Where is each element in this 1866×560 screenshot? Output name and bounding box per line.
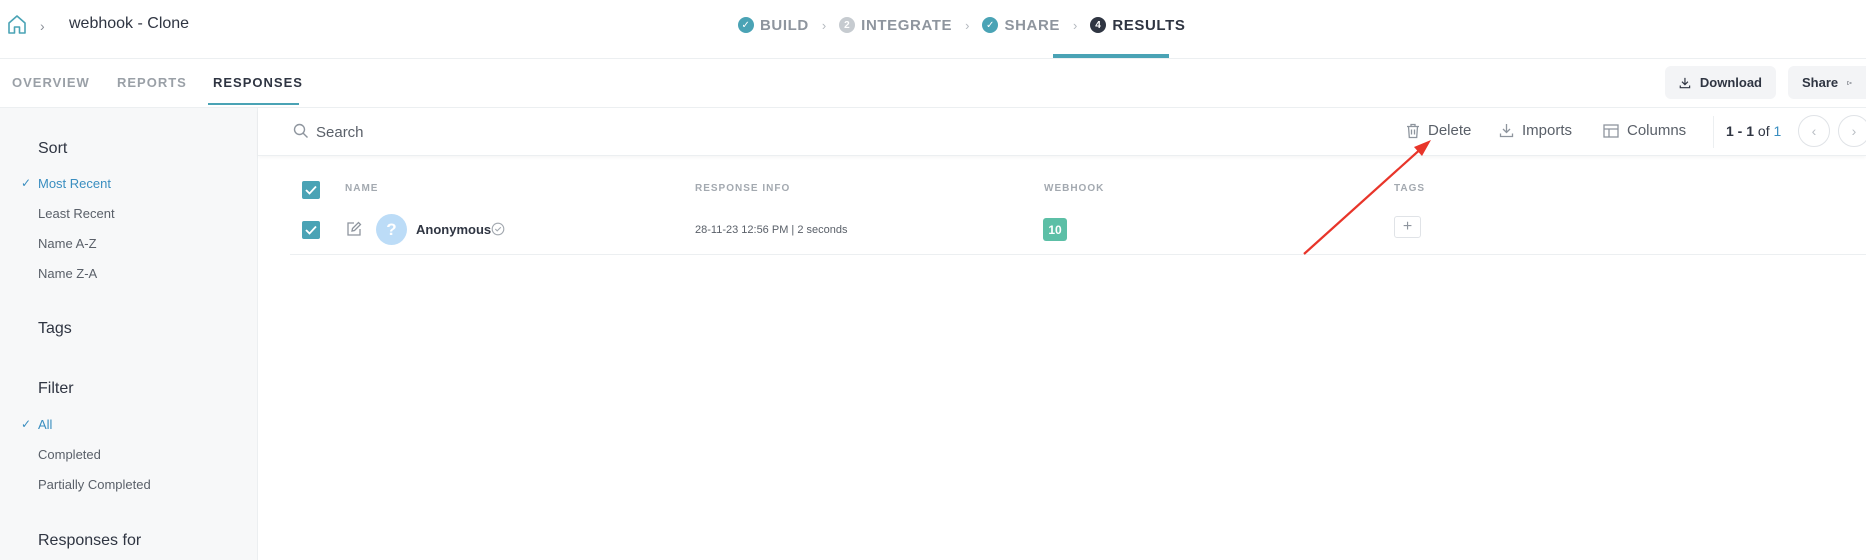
- response-info: 28-11-23 12:56 PM | 2 seconds: [695, 224, 848, 236]
- active-tab-indicator: [208, 103, 299, 105]
- columns-icon: [1603, 123, 1619, 138]
- download-button[interactable]: Download: [1665, 66, 1776, 99]
- check-circle-icon: ✓: [982, 17, 999, 33]
- search-input[interactable]: [316, 120, 616, 144]
- sort-name-a-z[interactable]: Name A-Z: [38, 236, 97, 251]
- webhook-status-badge[interactable]: 10: [1043, 218, 1067, 241]
- check-icon: [305, 225, 317, 235]
- next-page-button[interactable]: ›: [1838, 115, 1866, 147]
- check-circle-icon: ✓: [738, 17, 754, 33]
- tab-overview[interactable]: OVERVIEW: [12, 75, 90, 90]
- filter-heading: Filter: [38, 380, 74, 397]
- chevron-left-icon: ‹: [1811, 123, 1817, 139]
- step-number-badge: 2: [839, 17, 856, 33]
- add-tag-button[interactable]: +: [1394, 216, 1421, 238]
- download-icon: [1679, 77, 1691, 88]
- check-icon: ✓: [21, 417, 32, 431]
- delete-label: Delete: [1428, 122, 1472, 139]
- imports-label: Imports: [1522, 122, 1573, 139]
- step-integrate[interactable]: 2 INTEGRATE: [839, 14, 952, 36]
- chevron-right-icon: ›: [40, 18, 45, 34]
- column-header-webhook[interactable]: WEBHOOK: [1044, 183, 1104, 194]
- chevron-right-icon: ›: [1851, 123, 1857, 139]
- select-all-checkbox[interactable]: [302, 181, 320, 199]
- step-build[interactable]: ✓ BUILD: [738, 14, 809, 36]
- filter-partially-completed[interactable]: Partially Completed: [38, 477, 151, 492]
- tab-reports[interactable]: REPORTS: [117, 75, 187, 90]
- plus-icon: +: [1402, 218, 1413, 235]
- column-header-response-info[interactable]: RESPONSE INFO: [695, 183, 790, 194]
- pagination-summary: 1 - 1 of 1: [1726, 123, 1781, 139]
- import-icon: [1499, 124, 1514, 138]
- chevron-right-icon: ›: [965, 17, 970, 33]
- trash-icon: [1407, 123, 1419, 138]
- sort-name-z-a[interactable]: Name Z-A: [38, 266, 97, 281]
- step-label: SHARE: [1004, 16, 1060, 34]
- previous-page-button[interactable]: ‹: [1798, 115, 1830, 147]
- share-exit-icon: [1847, 80, 1852, 85]
- responses-sidebar: Sort ✓ Most Recent Least Recent Name A-Z…: [0, 108, 258, 560]
- pager-of: of: [1757, 123, 1770, 139]
- tab-responses[interactable]: RESPONSES: [213, 75, 303, 90]
- responses-for-heading: Responses for: [38, 532, 142, 549]
- edit-icon[interactable]: [346, 221, 362, 237]
- columns-button[interactable]: Columns: [1603, 122, 1686, 139]
- sort-heading: Sort: [38, 140, 68, 157]
- row-select-checkbox[interactable]: [302, 221, 320, 239]
- toolbar-divider: [1713, 116, 1714, 148]
- filter-completed[interactable]: Completed: [38, 447, 101, 462]
- check-icon: ✓: [21, 176, 32, 190]
- sort-most-recent[interactable]: Most Recent: [38, 176, 111, 191]
- step-results[interactable]: 4 RESULTS: [1090, 14, 1185, 36]
- avatar: ?: [376, 214, 407, 245]
- step-label: RESULTS: [1112, 16, 1186, 34]
- columns-label: Columns: [1627, 122, 1687, 139]
- chevron-right-icon: ›: [1073, 17, 1078, 33]
- share-label: Share: [1802, 75, 1839, 90]
- top-header: › webhook - Clone ✓ BUILD › 2 INTEGRATE …: [0, 0, 1866, 59]
- step-label: INTEGRATE: [861, 16, 953, 34]
- row-divider: [290, 254, 1866, 255]
- filter-all[interactable]: All: [38, 417, 52, 432]
- pager-total: 1: [1773, 123, 1782, 139]
- delete-button[interactable]: Delete: [1406, 122, 1471, 139]
- verified-check-icon: [491, 222, 505, 236]
- step-share[interactable]: ✓ SHARE: [982, 14, 1060, 36]
- step-number-badge: 4: [1090, 17, 1107, 33]
- pager-range: 1 - 1: [1726, 123, 1755, 139]
- home-icon[interactable]: [6, 13, 28, 35]
- download-label: Download: [1699, 75, 1762, 90]
- results-tab-bar: OVERVIEW REPORTS RESPONSES Download Shar…: [0, 59, 1866, 108]
- column-header-tags[interactable]: TAGS: [1394, 183, 1425, 194]
- active-step-indicator: [1053, 54, 1169, 58]
- responses-toolbar: Delete Imports Columns 1 - 1 of 1 ‹ ›: [258, 108, 1866, 156]
- column-header-name[interactable]: NAME: [345, 183, 378, 194]
- step-navigation: ✓ BUILD › 2 INTEGRATE › ✓ SHARE › 4 RESU…: [738, 14, 1185, 36]
- respondent-name[interactable]: Anonymous: [416, 222, 491, 237]
- chevron-right-icon: ›: [821, 17, 827, 33]
- share-button[interactable]: Share: [1788, 66, 1866, 99]
- step-label: BUILD: [760, 16, 809, 34]
- search-icon: [293, 123, 308, 138]
- tags-heading: Tags: [38, 320, 72, 337]
- sort-least-recent[interactable]: Least Recent: [38, 206, 115, 221]
- imports-button[interactable]: Imports: [1499, 122, 1572, 139]
- form-title[interactable]: webhook - Clone: [69, 15, 189, 33]
- check-icon: [305, 185, 317, 195]
